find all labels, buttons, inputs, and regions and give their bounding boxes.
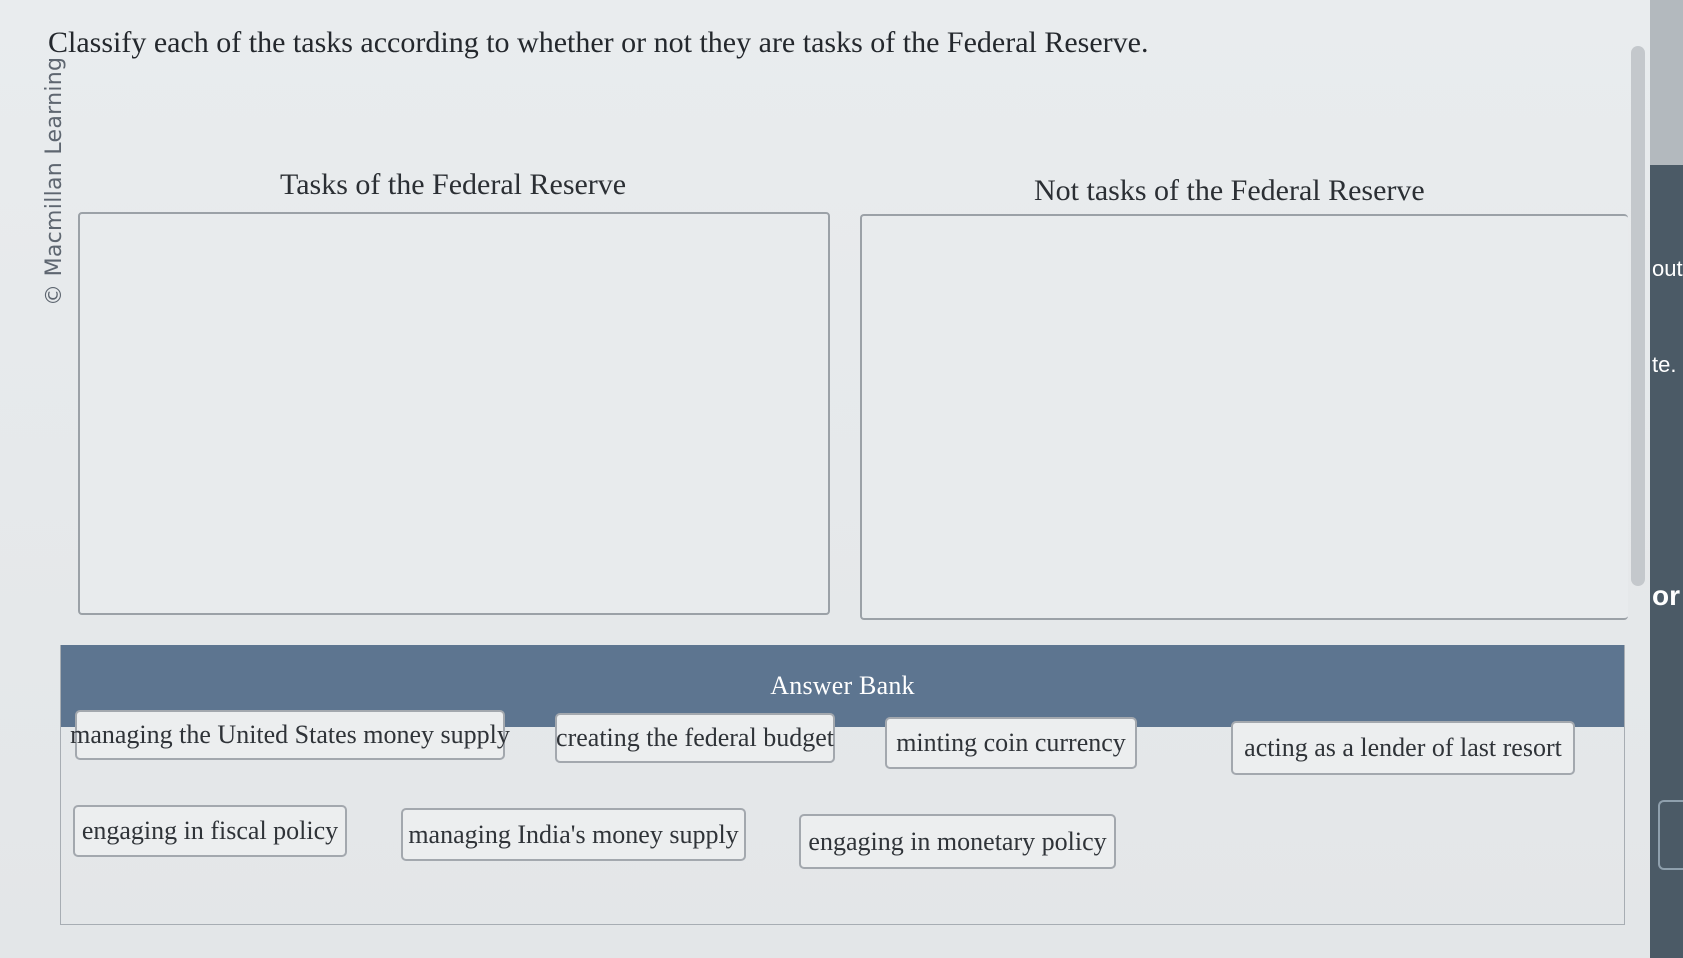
adjacent-text-fragment-1: out (1652, 256, 1683, 281)
answer-tile-fiscal-policy[interactable]: engaging in fiscal policy (73, 805, 347, 857)
adjacent-text-fragment-2: te. (1652, 352, 1677, 377)
answer-tile-creating-federal-budget[interactable]: creating the federal budget (555, 713, 835, 763)
question-panel: Classify each of the tasks according to … (0, 0, 1650, 958)
question-prompt: Classify each of the tasks according to … (48, 26, 1149, 59)
drop-zone-tasks-of-federal-reserve[interactable] (78, 212, 830, 615)
vertical-scrollbar[interactable] (1631, 46, 1645, 586)
adjacent-text-fragment-3: or (1652, 580, 1680, 611)
adjacent-panel-edge: out te. or (1650, 0, 1683, 958)
answer-tile-managing-us-money-supply[interactable]: managing the United States money supply (70, 710, 510, 760)
macmillan-watermark: © Macmillan Learning (42, 56, 67, 306)
answer-bank: Answer Bank managing the United States m… (60, 645, 1625, 925)
adjacent-panel-bracket (1658, 800, 1683, 870)
bin-title-not-tasks: Not tasks of the Federal Reserve (1034, 174, 1425, 207)
answer-tile-managing-india-money-supply[interactable]: managing India's money supply (401, 808, 746, 861)
answer-tile-minting-coin-currency[interactable]: minting coin currency (885, 717, 1137, 769)
adjacent-panel-top (1650, 0, 1683, 165)
bin-title-tasks: Tasks of the Federal Reserve (280, 168, 627, 201)
drop-zone-not-tasks-of-federal-reserve[interactable] (860, 214, 1628, 620)
answer-tile-monetary-policy[interactable]: engaging in monetary policy (799, 814, 1116, 869)
answer-tile-lender-of-last-resort[interactable]: acting as a lender of last resort (1231, 721, 1575, 775)
